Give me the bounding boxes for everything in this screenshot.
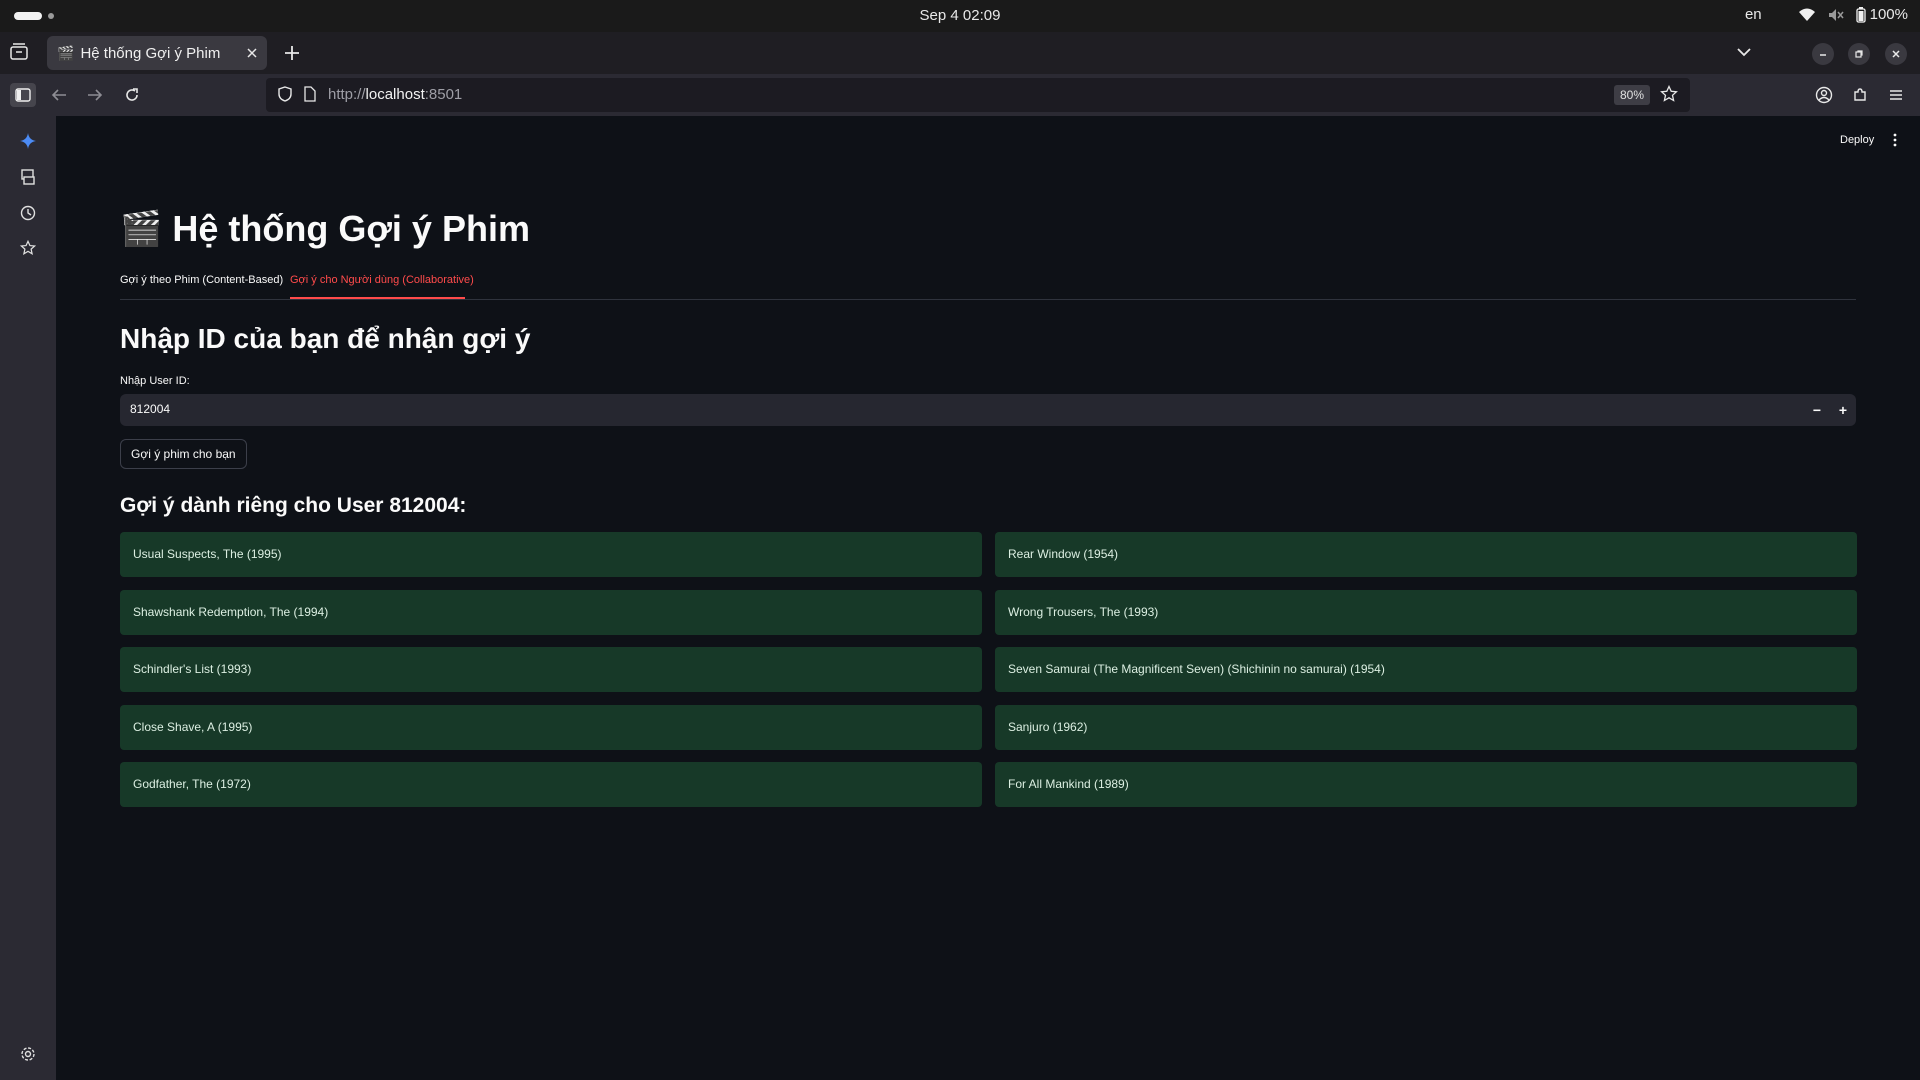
- ai-sparkle-icon[interactable]: [16, 129, 40, 153]
- active-tab-underline: [290, 297, 465, 299]
- tab-content-based[interactable]: Gợi ý theo Phim (Content-Based): [120, 274, 283, 286]
- url-host: localhost: [365, 86, 425, 103]
- os-top-bar: Sep 4 02:09 en 100%: [0, 0, 1920, 32]
- user-id-label: Nhập User ID:: [120, 375, 190, 387]
- zoom-level-badge[interactable]: 80%: [1614, 85, 1650, 105]
- history-clock-icon[interactable]: [16, 201, 40, 225]
- volume-muted-icon[interactable]: [1828, 8, 1844, 22]
- mode-tabs: Gợi ý theo Phim (Content-Based) Gợi ý ch…: [120, 268, 1856, 300]
- browser-tab-active[interactable]: 🎬 Hệ thống Gợi ý Phim: [47, 36, 267, 70]
- forward-arrow-icon[interactable]: [82, 83, 108, 107]
- browser-navigation-bar: http://localhost:8501 80%: [0, 74, 1920, 116]
- synced-tabs-icon[interactable]: [16, 165, 40, 189]
- recommendation-card: Usual Suspects, The (1995): [120, 532, 982, 577]
- address-bar[interactable]: http://localhost:8501 80%: [266, 78, 1690, 112]
- wifi-icon[interactable]: [1798, 8, 1816, 22]
- recommendation-card: Sanjuro (1962): [995, 705, 1857, 750]
- results-heading: Gợi ý dành riêng cho User 812004:: [120, 494, 467, 517]
- clapperboard-icon: 🎬: [120, 210, 163, 248]
- close-tab-icon[interactable]: [247, 48, 257, 58]
- page-info-icon[interactable]: [304, 86, 316, 102]
- browser-tab-strip: 🎬 Hệ thống Gợi ý Phim: [0, 32, 1920, 74]
- bookmark-star-icon[interactable]: [1660, 85, 1678, 103]
- page-title-text: Hệ thống Gợi ý Phim: [172, 208, 530, 249]
- recommendation-card: Rear Window (1954): [995, 532, 1857, 577]
- url-port: :8501: [424, 86, 463, 103]
- recommendation-card: Wrong Trousers, The (1993): [995, 590, 1857, 635]
- settings-gear-icon[interactable]: [16, 1042, 40, 1066]
- close-window-icon[interactable]: [1885, 43, 1907, 65]
- recommend-button[interactable]: Gợi ý phim cho bạn: [120, 439, 247, 469]
- decrement-button[interactable]: −: [1806, 398, 1828, 422]
- back-arrow-icon[interactable]: [46, 83, 72, 107]
- list-all-tabs-chevron-icon[interactable]: [1734, 42, 1756, 64]
- recommendation-card: Shawshank Redemption, The (1994): [120, 590, 982, 635]
- recommendation-card: For All Mankind (1989): [995, 762, 1857, 807]
- hamburger-menu-icon[interactable]: [1883, 83, 1909, 107]
- reload-icon[interactable]: [119, 83, 145, 107]
- recommendation-card: Schindler's List (1993): [120, 647, 982, 692]
- recommendation-card: Close Shave, A (1995): [120, 705, 982, 750]
- deploy-button[interactable]: Deploy: [1840, 134, 1874, 146]
- bookmarks-star-icon[interactable]: [16, 236, 40, 260]
- user-id-number-input[interactable]: 812004 − +: [120, 394, 1856, 426]
- app-menu-kebab-icon[interactable]: [1888, 132, 1902, 148]
- battery-percent: 100%: [1869, 6, 1908, 23]
- streamlit-app: Deploy 🎬 Hệ thống Gợi ý Phim Gợi ý theo …: [56, 116, 1920, 1080]
- shield-icon[interactable]: [278, 86, 292, 102]
- tab-collaborative[interactable]: Gợi ý cho Người dùng (Collaborative): [290, 274, 474, 286]
- tab-title: Hệ thống Gợi ý Phim: [80, 44, 221, 62]
- minimize-window-icon[interactable]: [1812, 43, 1834, 65]
- page-title: 🎬 Hệ thống Gợi ý Phim: [120, 208, 530, 250]
- new-tab-icon[interactable]: [280, 41, 304, 65]
- browser-sidebar: [0, 116, 56, 1080]
- recommendation-card: Seven Samurai (The Magnificent Seven) (S…: [995, 647, 1857, 692]
- language-indicator[interactable]: en: [1745, 6, 1762, 23]
- account-icon[interactable]: [1811, 83, 1837, 107]
- restore-window-icon[interactable]: [1848, 43, 1870, 65]
- battery-icon[interactable]: 100%: [1855, 6, 1908, 23]
- url-scheme: http://: [328, 86, 366, 103]
- increment-button[interactable]: +: [1832, 398, 1854, 422]
- recommendation-card: Godfather, The (1972): [120, 762, 982, 807]
- user-id-value[interactable]: 812004: [130, 402, 170, 416]
- extensions-puzzle-icon[interactable]: [1847, 83, 1873, 107]
- clapperboard-favicon-icon: 🎬: [57, 44, 75, 61]
- sidebar-toggle-icon[interactable]: [10, 83, 36, 107]
- section-heading: Nhập ID của bạn để nhận gợi ý: [120, 323, 531, 354]
- system-clock[interactable]: Sep 4 02:09: [0, 7, 1920, 24]
- url-text[interactable]: http://localhost:8501: [328, 86, 462, 103]
- firefox-view-icon[interactable]: [8, 42, 32, 64]
